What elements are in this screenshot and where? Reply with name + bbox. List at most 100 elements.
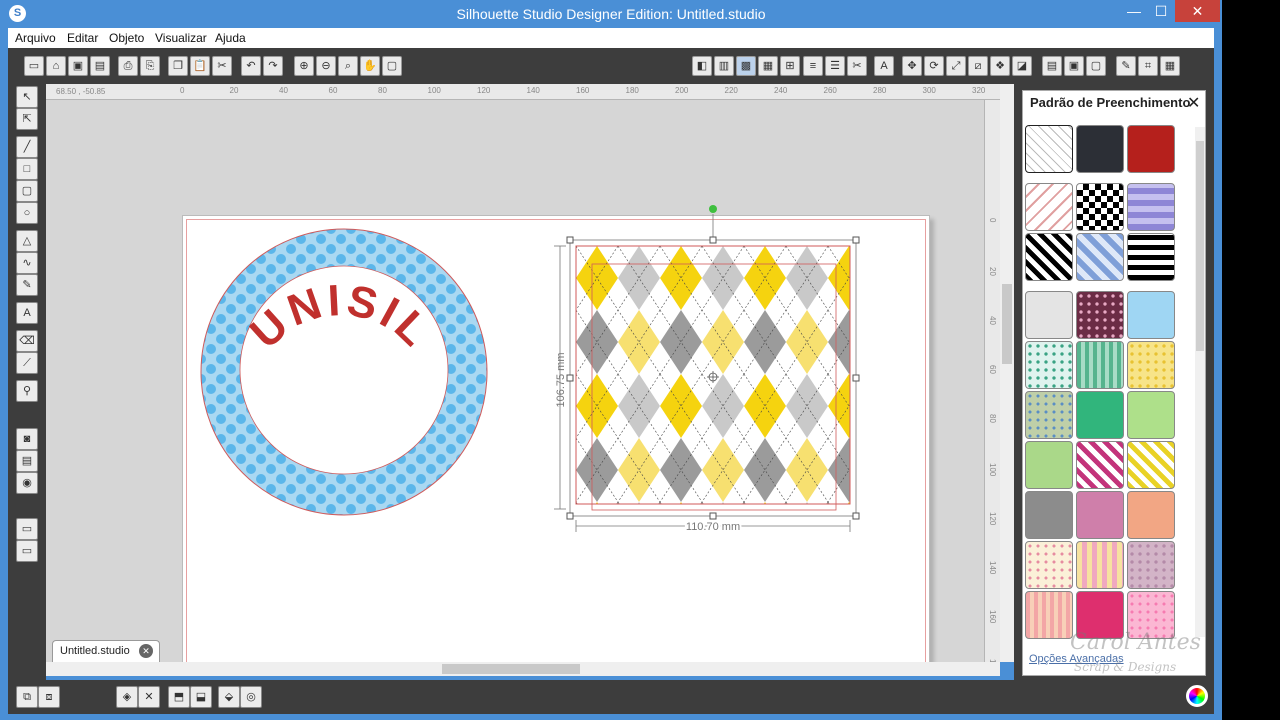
- line-style-icon[interactable]: ▦: [758, 56, 778, 76]
- design-canvas[interactable]: 68.50 , -50.85 0 20 40 60 80 100 120 140 160 180 2…: [46, 84, 1000, 662]
- bring-forward-icon[interactable]: ⬒: [168, 686, 190, 708]
- library-icon[interactable]: ▣: [1064, 56, 1084, 76]
- menu-editar[interactable]: Editar: [67, 31, 98, 45]
- panel-scrollbar[interactable]: [1195, 127, 1205, 637]
- pattern-swatch-green-stripes[interactable]: [1076, 341, 1124, 389]
- edit-points-icon[interactable]: ⇱: [16, 108, 38, 130]
- pattern-swatch-pink-mauve[interactable]: [1076, 491, 1124, 539]
- close-tab-icon[interactable]: ✕: [139, 644, 153, 658]
- design-store-icon[interactable]: ▢: [1086, 56, 1106, 76]
- rotate-handle[interactable]: [709, 205, 717, 213]
- new-file-icon[interactable]: ▭: [24, 56, 44, 76]
- menu-arquivo[interactable]: Arquivo: [15, 31, 56, 45]
- pattern-swatch-crosshatch-white[interactable]: [1025, 125, 1073, 173]
- pattern-swatch-light-green-2[interactable]: [1025, 441, 1073, 489]
- make-compound-icon[interactable]: ◈: [116, 686, 138, 708]
- document-tab[interactable]: Untitled.studio ✕: [52, 640, 160, 662]
- copy-icon[interactable]: ❐: [168, 56, 188, 76]
- offset-icon[interactable]: ◎: [240, 686, 262, 708]
- cut-settings-icon[interactable]: ✂: [847, 56, 867, 76]
- fill-gradient-icon[interactable]: ▥: [714, 56, 734, 76]
- group-icon[interactable]: ⧉: [16, 686, 38, 708]
- pattern-swatch-checkerboard[interactable]: [1076, 183, 1124, 231]
- fill-color-icon[interactable]: ◧: [692, 56, 712, 76]
- menu-ajuda[interactable]: Ajuda: [215, 31, 246, 45]
- cut-style-icon[interactable]: ▤: [1042, 56, 1062, 76]
- library-view-icon[interactable]: ▤: [16, 450, 38, 472]
- pattern-swatch-mint-dots[interactable]: [1025, 341, 1073, 389]
- text-style-icon[interactable]: A: [874, 56, 894, 76]
- design-view-icon[interactable]: ◙: [16, 428, 38, 450]
- pattern-swatch-pink-argyle[interactable]: [1076, 441, 1124, 489]
- pattern-swatch-pink-dots-dark[interactable]: [1076, 291, 1124, 339]
- save-to-library-icon[interactable]: ▤: [90, 56, 110, 76]
- print-icon[interactable]: ⎙: [118, 56, 138, 76]
- replicate-icon[interactable]: ❖: [990, 56, 1010, 76]
- split-view-bottom-icon[interactable]: ▭: [16, 540, 38, 562]
- pattern-swatch-light-blue[interactable]: [1127, 291, 1175, 339]
- line-style-panel-icon[interactable]: ☰: [825, 56, 845, 76]
- zoom-in-icon[interactable]: ⊕: [294, 56, 314, 76]
- pattern-swatch-blue-diamonds[interactable]: [1076, 233, 1124, 281]
- pan-icon[interactable]: ✋: [360, 56, 380, 76]
- pattern-swatch-pink-stripes[interactable]: [1025, 591, 1073, 639]
- pattern-swatch-yellow-argyle[interactable]: [1127, 441, 1175, 489]
- polygon-tool-icon[interactable]: △: [16, 230, 38, 252]
- zoom-out-icon[interactable]: ⊖: [316, 56, 336, 76]
- grid-icon[interactable]: ▦: [1160, 56, 1180, 76]
- menu-visualizar[interactable]: Visualizar: [155, 31, 207, 45]
- knife-tool-icon[interactable]: ⟋: [16, 352, 38, 374]
- send-backward-icon[interactable]: ⬓: [190, 686, 212, 708]
- horizontal-scrollbar[interactable]: [46, 662, 1000, 676]
- zoom-select-icon[interactable]: ⌕: [338, 56, 358, 76]
- ellipse-tool-icon[interactable]: ○: [16, 202, 38, 224]
- registration-icon[interactable]: ⊞: [780, 56, 800, 76]
- save-icon[interactable]: ▣: [68, 56, 88, 76]
- pattern-swatch-arrows-red[interactable]: [1025, 183, 1073, 231]
- close-window-button[interactable]: ✕: [1175, 0, 1220, 22]
- pattern-swatch-yellow-dots[interactable]: [1127, 341, 1175, 389]
- line-color-icon[interactable]: ≡: [803, 56, 823, 76]
- pattern-swatch-light-green[interactable]: [1127, 391, 1175, 439]
- page-setup-icon[interactable]: ◪: [1012, 56, 1032, 76]
- pattern-swatch-red-texture[interactable]: [1127, 125, 1175, 173]
- pattern-swatch-mauve-dots[interactable]: [1127, 541, 1175, 589]
- freehand-tool-icon[interactable]: ✎: [16, 274, 38, 296]
- trace-icon[interactable]: ⌗: [1138, 56, 1158, 76]
- panel-close-icon[interactable]: ✕: [1187, 93, 1200, 113]
- rectangle-tool-icon[interactable]: □: [16, 158, 38, 180]
- circle-ring[interactable]: [200, 228, 488, 516]
- pattern-swatch-gray[interactable]: [1025, 491, 1073, 539]
- vertical-scroll-thumb[interactable]: [1002, 284, 1012, 364]
- pattern-swatch-black-white-stripes[interactable]: [1127, 233, 1175, 281]
- fit-page-icon[interactable]: ▢: [382, 56, 402, 76]
- pattern-swatch-purple-geometric[interactable]: [1127, 183, 1175, 231]
- redo-icon[interactable]: ↷: [263, 56, 283, 76]
- scale-icon[interactable]: ⤢: [946, 56, 966, 76]
- rotate-icon[interactable]: ⟳: [924, 56, 944, 76]
- print-cut-icon[interactable]: ⎘: [140, 56, 160, 76]
- menu-objeto[interactable]: Objeto: [109, 31, 144, 45]
- curve-tool-icon[interactable]: ∿: [16, 252, 38, 274]
- weld-icon[interactable]: ⬙: [218, 686, 240, 708]
- pattern-swatch-pastel-stripes[interactable]: [1076, 541, 1124, 589]
- split-view-top-icon[interactable]: ▭: [16, 518, 38, 540]
- pattern-swatch-dark-leather[interactable]: [1076, 125, 1124, 173]
- horizontal-scroll-thumb[interactable]: [442, 664, 580, 674]
- ungroup-icon[interactable]: ⧈: [38, 686, 60, 708]
- sketch-icon[interactable]: ✎: [1116, 56, 1136, 76]
- eraser-tool-icon[interactable]: ⌫: [16, 330, 38, 352]
- maximize-button[interactable]: ☐: [1147, 0, 1175, 22]
- panel-scroll-thumb[interactable]: [1196, 141, 1204, 351]
- pattern-swatch-tan-dots[interactable]: [1025, 391, 1073, 439]
- rounded-rectangle-tool-icon[interactable]: ▢: [16, 180, 38, 202]
- pattern-swatch-black-diamonds[interactable]: [1025, 233, 1073, 281]
- line-tool-icon[interactable]: ╱: [16, 136, 38, 158]
- text-tool-icon[interactable]: A: [16, 302, 38, 324]
- pattern-swatch-green[interactable]: [1076, 391, 1124, 439]
- eyedropper-tool-icon[interactable]: ⚲: [16, 380, 38, 402]
- shear-icon[interactable]: ⧄: [968, 56, 988, 76]
- paste-icon[interactable]: 📋: [190, 56, 210, 76]
- align-icon[interactable]: ✥: [902, 56, 922, 76]
- pattern-swatch-light-gray[interactable]: [1025, 291, 1073, 339]
